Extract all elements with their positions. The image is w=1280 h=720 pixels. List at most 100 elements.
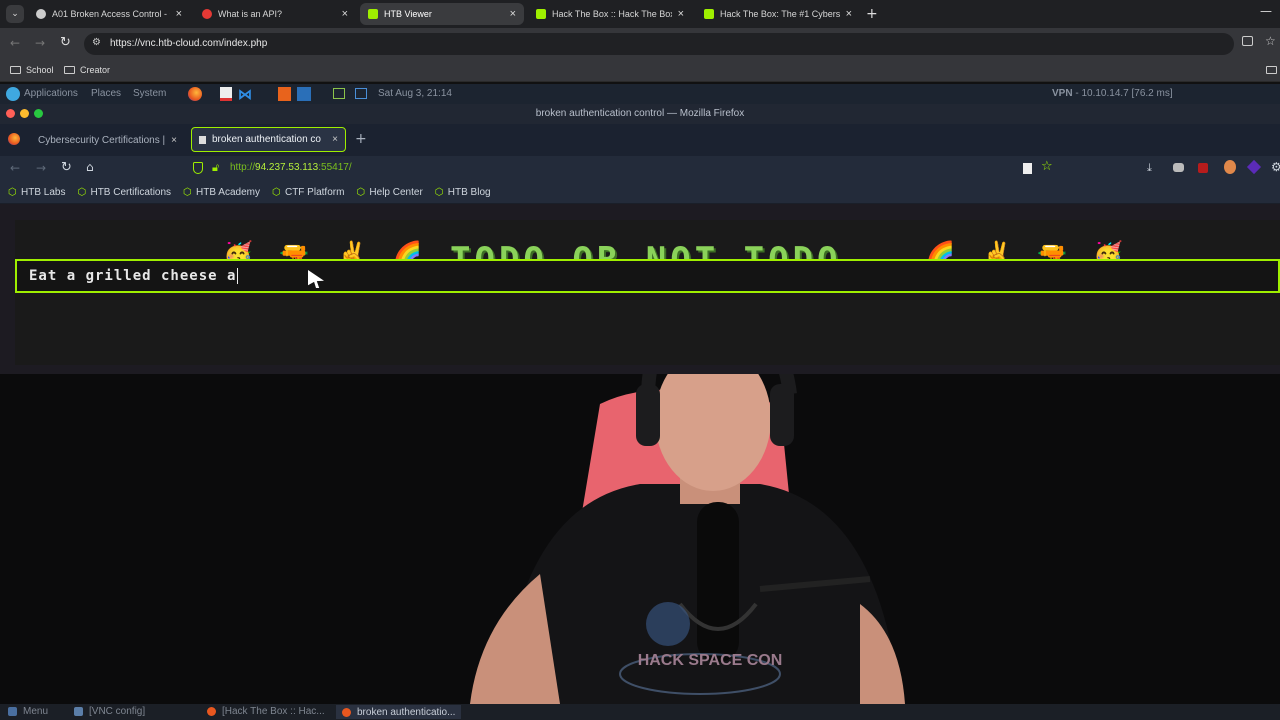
- todo-input[interactable]: Eat a grilled cheese a: [15, 259, 1280, 293]
- microphone: [697, 502, 739, 662]
- download-icon[interactable]: ⤓: [1147, 161, 1152, 175]
- outer-address-bar[interactable]: ⚙ https://vnc.htb-cloud.com/index.php: [84, 33, 1234, 55]
- close-icon[interactable]: ×: [510, 8, 516, 20]
- wappalyzer-icon[interactable]: [1246, 159, 1262, 175]
- firefox-tab-0[interactable]: Cybersecurity Certifications | ×: [30, 128, 185, 152]
- htb-cube-icon: ⬡: [356, 187, 366, 198]
- window-title: broken authentication control — Mozilla …: [535, 108, 745, 119]
- bookmark-star-icon[interactable]: ☆: [1041, 159, 1053, 174]
- minimize-window-button[interactable]: [20, 109, 29, 118]
- bookmark-label: HTB Blog: [447, 187, 491, 198]
- firefox-navigation-bar: ← → ↻ ⌂ 🔓︎ http://94.237.53.113:55417/ ☆…: [0, 156, 1280, 182]
- vpn-label: VPN: [1052, 88, 1073, 99]
- back-arrow-icon[interactable]: ←: [10, 161, 20, 175]
- bookmark-label: HTB Academy: [196, 187, 260, 198]
- firefox-tab-1[interactable]: broken authentication co ×: [191, 127, 346, 152]
- close-icon[interactable]: ×: [332, 134, 338, 145]
- bookmark-htb-academy[interactable]: ⬡ HTB Academy: [183, 187, 260, 198]
- new-tab-plus-icon[interactable]: +: [355, 131, 367, 147]
- close-icon[interactable]: ×: [678, 8, 684, 20]
- extension-icon[interactable]: [1173, 163, 1184, 172]
- star-icon[interactable]: ☆: [1265, 34, 1276, 48]
- vscode-launcher-icon[interactable]: ⋈: [238, 86, 252, 103]
- firefox-tab-strip: Cybersecurity Certifications | × broken a…: [0, 124, 1280, 156]
- tab-label: What is an API?: [218, 9, 283, 19]
- panel-clock: Sat Aug 3, 21:14: [378, 88, 452, 99]
- folder-icon: [10, 66, 21, 74]
- outer-tab-3[interactable]: Hack The Box :: Hack The Box ×: [528, 3, 692, 25]
- taskbar-label: Menu: [23, 706, 49, 717]
- tab-label: HTB Viewer: [384, 9, 432, 19]
- document-launcher-icon[interactable]: [220, 87, 232, 101]
- vpn-indicator: VPN - 10.10.14.7 [76.2 ms]: [1052, 88, 1173, 99]
- places-menu[interactable]: Places: [91, 88, 121, 99]
- taskbar-broken-auth[interactable]: broken authenticatio...: [336, 705, 462, 719]
- firefox-view-icon[interactable]: [8, 133, 20, 145]
- page-action-icon[interactable]: [1023, 163, 1032, 174]
- bookmark-creator[interactable]: Creator: [64, 65, 110, 75]
- outer-tab-4[interactable]: Hack The Box: The #1 Cyberse ×: [696, 3, 860, 25]
- tab-search-icon[interactable]: [1242, 36, 1253, 46]
- settings-icon[interactable]: ⚙: [1271, 160, 1280, 174]
- shirt-text: HACK SPACE CON: [638, 652, 783, 669]
- close-icon[interactable]: ×: [846, 8, 852, 20]
- taskbar-hackthebox[interactable]: [Hack The Box :: Hac...: [207, 706, 325, 717]
- new-tab-plus-icon[interactable]: +: [866, 5, 878, 23]
- tool-launcher-icon[interactable]: [297, 87, 311, 101]
- terminal-launcher-icon[interactable]: [355, 88, 367, 99]
- applications-menu[interactable]: Applications: [24, 88, 78, 99]
- url-port: :55417/: [318, 162, 352, 173]
- bookmark-help-center[interactable]: ⬡ Help Center: [356, 187, 422, 198]
- bookmark-htb-labs[interactable]: ⬡ HTB Labs: [8, 187, 65, 198]
- system-menu[interactable]: System: [133, 88, 166, 99]
- back-arrow-icon[interactable]: ←: [10, 36, 20, 50]
- bookmark-label: Help Center: [369, 187, 423, 198]
- tab-list-chevron-icon[interactable]: ⌄: [6, 5, 24, 23]
- url-host: 94.237.53.113: [255, 162, 319, 173]
- tracking-shield-icon[interactable]: [193, 162, 203, 174]
- taskbar-label: [Hack The Box :: Hac...: [222, 706, 325, 717]
- bookmark-ctf-platform[interactable]: ⬡ CTF Platform: [272, 187, 344, 198]
- foxyproxy-icon[interactable]: [1224, 160, 1236, 174]
- ublock-icon[interactable]: [1198, 163, 1208, 173]
- forward-arrow-icon[interactable]: →: [36, 161, 46, 175]
- bookmark-htb-certifications[interactable]: ⬡ HTB Certifications: [77, 187, 171, 198]
- reload-icon[interactable]: ↻: [60, 35, 71, 50]
- page-favicon-icon: [199, 135, 206, 144]
- outer-url: https://vnc.htb-cloud.com/index.php: [110, 38, 268, 49]
- text-caret: [237, 268, 239, 284]
- tab-label: Hack The Box :: Hack The Box: [552, 9, 672, 19]
- taskbar-label: [VNC config]: [89, 706, 146, 717]
- taskbar-label: broken authenticatio...: [357, 706, 456, 718]
- all-bookmarks-folder-icon[interactable]: [1266, 66, 1277, 74]
- taskbar-menu[interactable]: Menu: [8, 706, 48, 717]
- desktop-taskbar: Menu [VNC config] [Hack The Box :: Hac..…: [0, 704, 1280, 720]
- bookmark-htb-blog[interactable]: ⬡ HTB Blog: [435, 187, 491, 198]
- web-page-content: 🥳 🔫 ✌️ 🌈 TODO OR NOT TODO 🌈 ✌️ 🔫 🥳 Eat a…: [0, 204, 1280, 374]
- insecure-lock-icon[interactable]: 🔓︎: [212, 161, 219, 175]
- window-launcher-icon[interactable]: [333, 88, 345, 99]
- outer-tab-2[interactable]: HTB Viewer ×: [360, 3, 524, 25]
- htb-cube-icon: ⬡: [77, 187, 87, 198]
- close-icon[interactable]: ×: [342, 8, 348, 20]
- maximize-window-button[interactable]: [34, 109, 43, 118]
- minimize-icon[interactable]: —: [1260, 4, 1272, 18]
- firefox-url[interactable]: http://94.237.53.113:55417/: [230, 162, 352, 173]
- todo-input-value: Eat a grilled cheese a: [29, 268, 237, 284]
- bookmark-label: HTB Certifications: [90, 187, 172, 198]
- close-icon[interactable]: ×: [176, 8, 182, 20]
- favicon-icon: [36, 9, 46, 19]
- reload-icon[interactable]: ↻: [61, 160, 72, 175]
- site-info-icon[interactable]: ⚙: [92, 37, 101, 48]
- bookmark-school[interactable]: School: [10, 65, 54, 75]
- burp-launcher-icon[interactable]: [278, 87, 291, 101]
- close-icon[interactable]: ×: [171, 135, 177, 146]
- firefox-launcher-icon[interactable]: [188, 87, 202, 101]
- forward-arrow-icon[interactable]: →: [35, 36, 45, 50]
- close-window-button[interactable]: [6, 109, 15, 118]
- home-icon[interactable]: ⌂: [86, 160, 94, 174]
- tab-label: Hack The Box: The #1 Cyberse: [720, 9, 840, 19]
- outer-tab-0[interactable]: A01 Broken Access Control - O ×: [28, 3, 190, 25]
- outer-tab-1[interactable]: What is an API? ×: [194, 3, 356, 25]
- taskbar-vnc-config[interactable]: [VNC config]: [74, 706, 145, 717]
